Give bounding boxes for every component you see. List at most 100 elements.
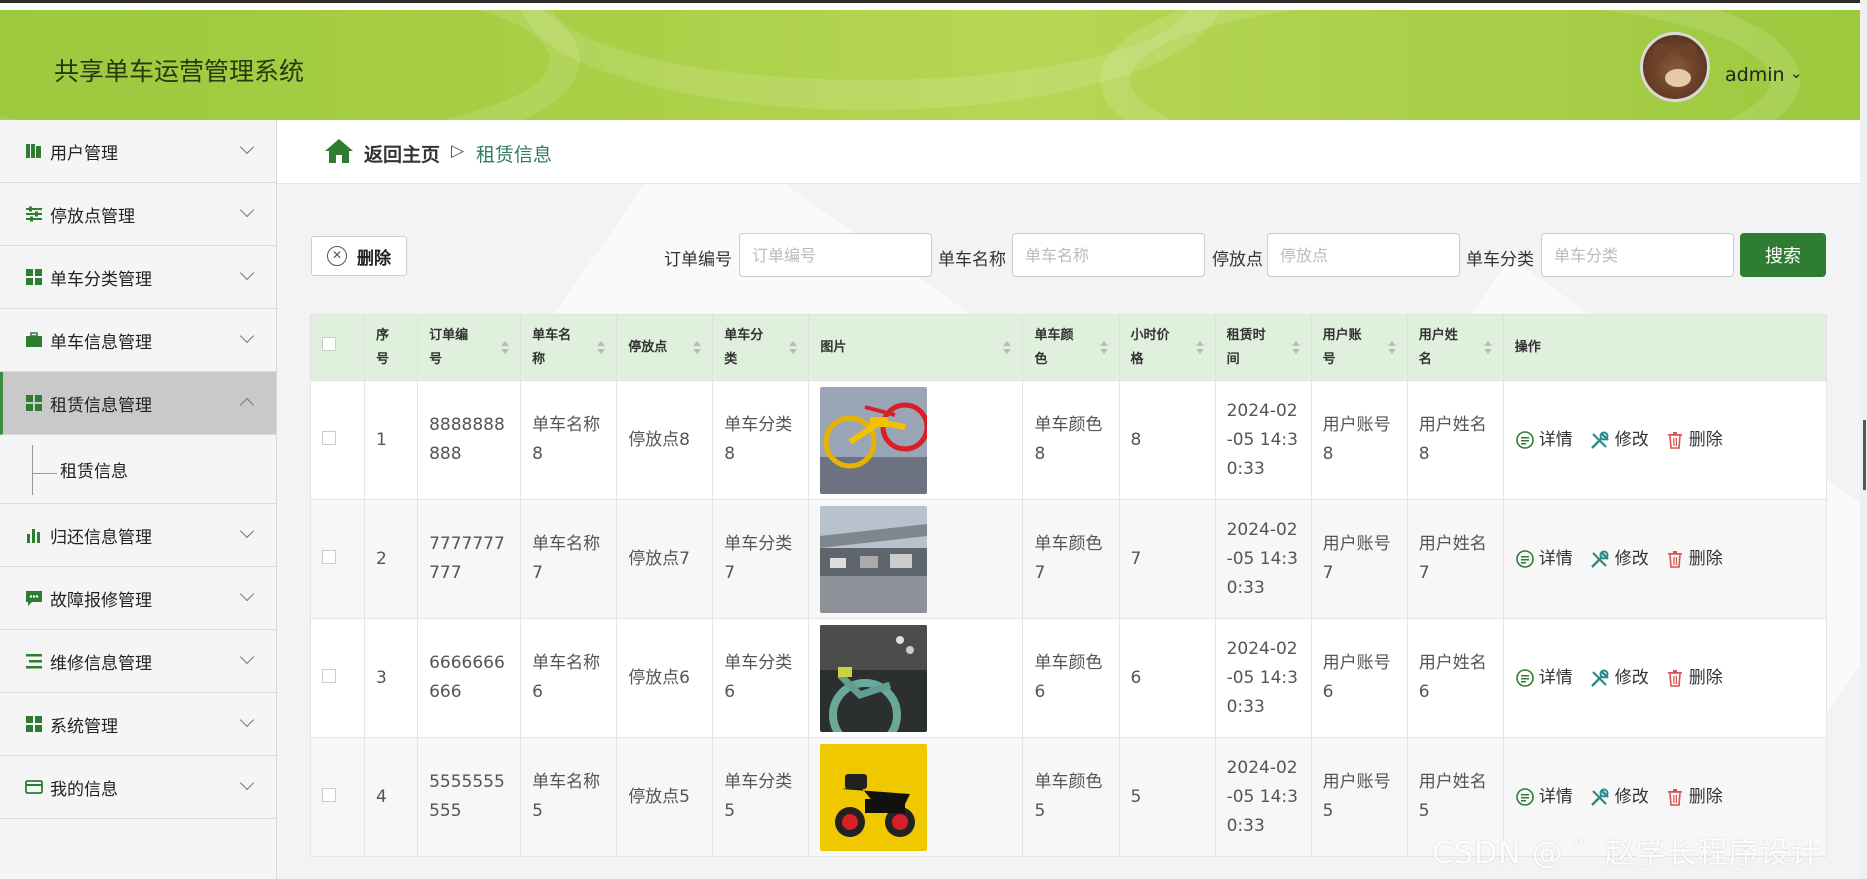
trash-icon <box>1667 432 1682 449</box>
delete-button[interactable]: 删除 <box>1665 664 1723 693</box>
sort-icon[interactable] <box>1387 341 1396 355</box>
cell-hourly-price: 8 <box>1118 380 1216 500</box>
edit-button[interactable]: 修改 <box>1589 426 1649 455</box>
column-header[interactable]: 停放点 <box>616 314 714 381</box>
bike-name-text: 单车名称5 <box>532 772 601 821</box>
row-checkbox[interactable] <box>322 787 336 802</box>
cell-user-name: 用户姓名7 <box>1406 499 1504 619</box>
row-select-cell[interactable] <box>309 737 366 857</box>
sidebar-item-label: 租赁信息管理 <box>50 395 152 416</box>
sidebar-item-label: 维修信息管理 <box>50 653 152 674</box>
sidebar-item-3[interactable]: 单车信息管理 <box>0 309 276 372</box>
sort-icon[interactable] <box>1099 341 1108 355</box>
detail-button[interactable]: 详情 <box>1515 545 1573 574</box>
column-header[interactable]: 序号 <box>364 314 419 381</box>
cell-image <box>808 737 1024 857</box>
detail-button[interactable]: 详情 <box>1515 426 1573 455</box>
column-header[interactable]: 用户账 号 <box>1310 314 1408 381</box>
delete-button[interactable]: 删除 <box>1665 545 1723 574</box>
edit-button[interactable]: 修改 <box>1589 664 1649 693</box>
column-header[interactable]: 单车颜 色 <box>1022 314 1120 381</box>
detail-button[interactable]: 详情 <box>1515 664 1573 693</box>
table-row[interactable]: 2 7777777777 单车名称7 停放点7 单车分类7 单车颜色7 7 2024-02-0… <box>309 499 1828 619</box>
cell-hourly-price: 7 <box>1118 499 1216 619</box>
rental-time-text: 2024-02-05 14:30:33 <box>1226 400 1298 479</box>
sidebar-item-0[interactable]: 用户管理 <box>0 120 276 183</box>
cell-rental-time: 2024-02-05 14:30:33 <box>1214 737 1312 857</box>
sort-icon[interactable] <box>597 341 606 355</box>
sort-icon[interactable] <box>1483 341 1492 355</box>
rental-time-text: 2024-02-05 14:30:33 <box>1226 638 1298 717</box>
sort-icon[interactable] <box>1291 341 1300 355</box>
home-icon[interactable] <box>323 137 355 169</box>
column-header[interactable]: 订单编 号 <box>417 314 522 381</box>
select-all-checkbox[interactable] <box>322 336 336 351</box>
sidebar-item-5[interactable]: 归还信息管理 <box>0 504 276 567</box>
category-input[interactable] <box>1541 233 1734 277</box>
breadcrumb-home-link[interactable]: 返回主页 <box>364 140 440 167</box>
sort-icon[interactable] <box>1195 341 1204 355</box>
user-account-text: 用户账号6 <box>1322 653 1391 702</box>
avatar[interactable] <box>1640 32 1710 102</box>
cell-rental-time: 2024-02-05 14:30:33 <box>1214 499 1312 619</box>
user-menu[interactable]: admin <box>1725 64 1785 86</box>
edit-button[interactable]: 修改 <box>1589 545 1649 574</box>
chevron-down-icon[interactable]: ⌄ <box>1790 64 1803 82</box>
column-header[interactable]: 单车名 称 <box>520 314 618 381</box>
column-header: 操作 <box>1502 314 1828 381</box>
bike-name-input[interactable] <box>1012 233 1205 277</box>
column-header[interactable]: 用户姓 名 <box>1406 314 1504 381</box>
sidebar-item-2[interactable]: 单车分类管理 <box>0 246 276 309</box>
main-content: 返回主页 ▷ 租赁信息 ✕ 删除 订单编号 单车名称 停放点 单车分类 搜索 序… <box>277 120 1860 879</box>
detail-icon <box>1515 550 1534 568</box>
cell-index: 3 <box>364 618 419 738</box>
row-select-cell[interactable] <box>309 499 366 619</box>
detail-button[interactable]: 详情 <box>1515 783 1573 812</box>
sort-icon[interactable] <box>501 341 510 355</box>
row-select-cell[interactable] <box>309 380 366 500</box>
sidebar-subitem-rental-info[interactable]: 租赁信息 <box>0 435 276 504</box>
close-circle-icon: ✕ <box>327 246 347 266</box>
order-number-input[interactable] <box>739 233 932 277</box>
chevron-down-icon <box>239 265 255 281</box>
cell-parking-spot: 停放点5 <box>616 737 714 857</box>
bike-thumbnail[interactable] <box>820 505 1022 613</box>
table-row[interactable]: 1 8888888888 单车名称8 停放点8 单车分类8 单车颜色8 8 2024-02-0… <box>309 380 1828 500</box>
column-header[interactable]: 图片 <box>808 314 1024 381</box>
table-row[interactable]: 3 6666666666 单车名称6 停放点6 单车分类6 单车颜色6 6 2024-02-0… <box>309 618 1828 738</box>
bike-thumbnail[interactable] <box>820 386 1022 494</box>
column-header[interactable]: 小时价 格 <box>1118 314 1216 381</box>
row-select-cell[interactable] <box>309 618 366 738</box>
sidebar-item-7[interactable]: 维修信息管理 <box>0 630 276 693</box>
briefcase-icon <box>23 329 45 351</box>
bulk-delete-label: 删除 <box>357 248 391 269</box>
app-title: 共享单车运营管理系统 <box>54 57 305 86</box>
select-all-cell[interactable] <box>309 314 366 381</box>
delete-button[interactable]: 删除 <box>1665 783 1723 812</box>
sidebar-item-1[interactable]: 停放点管理 <box>0 183 276 246</box>
cell-user-account: 用户账号7 <box>1310 499 1408 619</box>
sidebar-item-6[interactable]: 故障报修管理 <box>0 567 276 630</box>
sort-icon[interactable] <box>789 341 798 355</box>
bike-thumbnail[interactable] <box>820 624 1022 732</box>
watermark: CSDN @ ゛赵学长程序设计 <box>1432 836 1822 871</box>
search-button[interactable]: 搜索 <box>1740 233 1826 277</box>
row-checkbox[interactable] <box>322 430 336 445</box>
row-checkbox[interactable] <box>322 549 336 564</box>
parking-spot-input[interactable] <box>1267 233 1460 277</box>
edit-button[interactable]: 修改 <box>1589 783 1649 812</box>
scrollbar-thumb[interactable] <box>1863 420 1866 490</box>
sort-icon[interactable] <box>693 341 702 355</box>
delete-button[interactable]: 删除 <box>1665 426 1723 455</box>
cell-color: 单车颜色8 <box>1022 380 1120 500</box>
bike-thumbnail[interactable] <box>820 743 1022 851</box>
sidebar-item-9[interactable]: 我的信息 <box>0 756 276 819</box>
row-checkbox[interactable] <box>322 668 336 683</box>
column-header[interactable]: 单车分 类 <box>712 314 810 381</box>
sidebar-item-4[interactable]: 租赁信息管理 <box>0 372 276 435</box>
bulk-delete-button[interactable]: ✕ 删除 <box>311 236 407 276</box>
book-icon <box>23 140 45 162</box>
sidebar-item-8[interactable]: 系统管理 <box>0 693 276 756</box>
column-header[interactable]: 租赁时 间 <box>1214 314 1312 381</box>
sort-icon[interactable] <box>1003 341 1012 355</box>
